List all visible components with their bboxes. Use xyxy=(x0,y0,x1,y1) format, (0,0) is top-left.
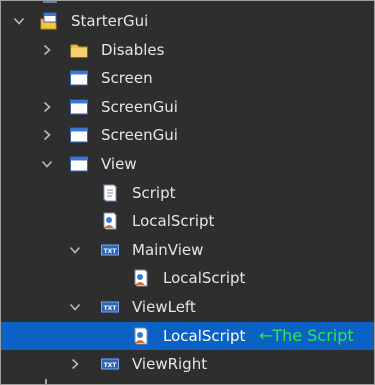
tree-item-starter-gui[interactable]: StarterGui xyxy=(1,7,374,35)
next-row-edge xyxy=(45,379,47,384)
text-label-icon: TXT xyxy=(100,297,120,317)
starter-gui-icon xyxy=(39,11,59,31)
local-script-icon xyxy=(131,268,151,288)
tree-item-screen-gui-1[interactable]: ScreenGui xyxy=(1,93,374,121)
tree-item-label: StarterGui xyxy=(71,12,149,30)
chevron-down-icon[interactable] xyxy=(69,244,81,256)
text-label-icon: TXT xyxy=(100,354,120,374)
screen-gui-icon xyxy=(69,97,89,117)
cut-off-row xyxy=(1,1,374,7)
tree-item-label: View xyxy=(101,155,137,173)
screen-gui-icon xyxy=(69,154,89,174)
tree-item-main-view[interactable]: TXT MainView xyxy=(1,236,374,264)
tree-item-view-left[interactable]: TXT ViewLeft xyxy=(1,293,374,321)
tree-item-label: Screen xyxy=(101,69,153,88)
local-script-icon xyxy=(100,211,120,231)
tree-item-script[interactable]: Script xyxy=(1,179,374,207)
tree-item-disables[interactable]: Disables xyxy=(1,36,374,64)
tree-item-local-script-1[interactable]: LocalScript xyxy=(1,207,374,235)
tree-item-view[interactable]: View xyxy=(1,150,374,178)
tree-item-label: Script xyxy=(132,183,176,202)
script-icon xyxy=(100,183,120,203)
tree-item-screen[interactable]: Screen xyxy=(1,64,374,92)
text-label-icon: TXT xyxy=(100,240,120,260)
tree-item-label: ViewLeft xyxy=(132,298,196,316)
chevron-right-icon[interactable] xyxy=(41,44,53,56)
tree-item-label: LocalScript xyxy=(163,269,246,288)
local-script-icon xyxy=(131,326,151,346)
tree-item-label: ViewRight xyxy=(132,355,208,374)
tree-item-local-script-2[interactable]: LocalScript xyxy=(1,264,374,292)
explorer-panel: StarterGui Disables Screen ScreenGui ScreenG… xyxy=(0,0,375,385)
tree-item-label: ScreenGui xyxy=(101,97,178,116)
tree-item-label: Disables xyxy=(101,40,165,59)
tree-item-local-script-3[interactable]: LocalScript ←The Script xyxy=(1,321,374,350)
chevron-right-icon[interactable] xyxy=(41,101,53,113)
chevron-down-icon[interactable] xyxy=(13,15,25,27)
svg-text:TXT: TXT xyxy=(104,248,118,255)
tree-item-label: MainView xyxy=(132,240,204,259)
screen-gui-icon xyxy=(69,68,89,88)
chevron-down-icon[interactable] xyxy=(69,301,81,313)
script-annotation: ←The Script xyxy=(259,325,354,345)
tree-item-label: LocalScript xyxy=(132,212,215,231)
tree-item-label: LocalScript xyxy=(163,326,246,345)
svg-text:TXT: TXT xyxy=(104,305,118,312)
tree-item-view-right[interactable]: TXT ViewRight xyxy=(1,350,374,378)
svg-text:TXT: TXT xyxy=(104,362,118,369)
chevron-right-icon[interactable] xyxy=(69,358,81,370)
chevron-down-icon[interactable] xyxy=(41,158,53,170)
chevron-right-icon[interactable] xyxy=(41,129,53,141)
screen-gui-icon xyxy=(69,125,89,145)
tree-item-label: ScreenGui xyxy=(101,126,178,145)
folder-icon xyxy=(69,40,89,60)
tree-item-screen-gui-2[interactable]: ScreenGui xyxy=(1,121,374,149)
